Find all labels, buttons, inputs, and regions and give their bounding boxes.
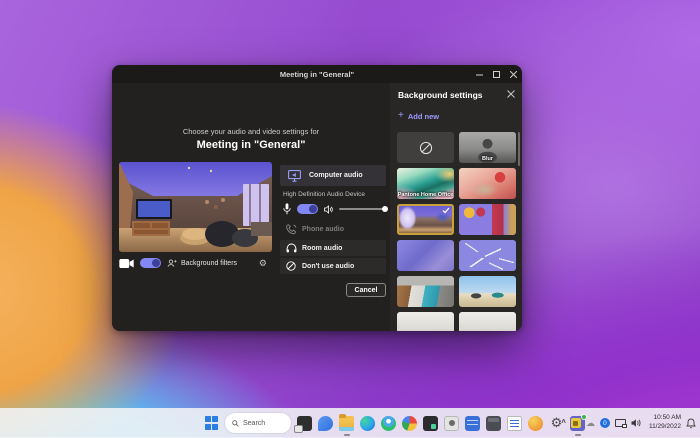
window-titlebar[interactable]: Meeting in "General" (112, 65, 522, 83)
computer-audio-icon (288, 170, 301, 182)
room-audio-icon (286, 243, 297, 253)
minimize-button[interactable] (471, 65, 488, 83)
panel-close-icon (507, 90, 515, 98)
none-icon (419, 141, 433, 155)
dont-use-audio-label: Don't use audio (302, 263, 354, 270)
search-placeholder: Search (243, 420, 265, 427)
background-thumbnail-purple-abstract[interactable] (397, 240, 454, 271)
background-thumbnail-sticky-notes[interactable] (459, 240, 516, 271)
onedrive-cloud-icon[interactable]: ☁ (586, 419, 595, 428)
camera-toggle[interactable] (140, 258, 161, 268)
tray-icon-blue-zero[interactable]: 0 (600, 418, 610, 428)
audio-device-name: High Definition Audio Device (283, 191, 365, 198)
volume-slider-knob[interactable] (382, 206, 388, 212)
orange-app-button[interactable] (528, 416, 543, 431)
prejoin-subtitle: Choose your audio and video settings for (112, 127, 390, 136)
video-preview (119, 162, 272, 252)
dont-use-audio-option[interactable]: Don't use audio (280, 258, 386, 274)
room-audio-label: Room audio (302, 245, 342, 252)
cancel-button[interactable]: Cancel (346, 283, 386, 297)
device-settings-gear-icon[interactable]: ⚙ (259, 259, 267, 268)
chat-button[interactable] (318, 416, 333, 431)
active-indicator (344, 434, 350, 436)
teams-meeting-window: Meeting in "General" Choose your audio a… (112, 65, 522, 331)
terminal-app-button[interactable] (423, 416, 438, 431)
panel-close-button[interactable] (507, 90, 515, 98)
background-thumbnail-pantone-home-office[interactable]: Pantone Home Office (397, 168, 454, 199)
background-thumbnail-grid: Blur Pantone Home Office (397, 132, 516, 331)
background-thumbnail-blur[interactable]: Blur (459, 132, 516, 163)
taskbar-search-input[interactable]: Search (225, 413, 291, 433)
microphone-toggle[interactable] (297, 204, 318, 214)
tray-icon-yellow[interactable] (571, 418, 581, 428)
background-thumbnail-red-purple-room[interactable] (459, 204, 516, 235)
speaker-icon (324, 205, 333, 214)
volume-icon[interactable] (631, 418, 641, 428)
background-thumbnail-purple-living-room[interactable] (397, 204, 454, 235)
background-thumbnail-none[interactable] (397, 132, 454, 163)
panel-scrollbar[interactable] (518, 132, 520, 166)
maximize-icon (493, 71, 500, 78)
document-app-button[interactable] (507, 416, 522, 431)
taskbar-clock[interactable]: 10:50 AM 11/29/2022 (649, 414, 681, 432)
start-button[interactable] (204, 416, 219, 431)
volume-slider[interactable] (339, 208, 386, 210)
browser-icon-2[interactable] (402, 416, 417, 431)
windows-logo-icon (205, 416, 219, 430)
background-filters-icon (167, 259, 177, 267)
task-view-button[interactable] (297, 416, 312, 431)
search-icon (232, 420, 239, 427)
room-audio-option[interactable]: Room audio (280, 240, 386, 256)
prejoin-main-area: Choose your audio and video settings for… (112, 83, 390, 331)
edge-browser-button[interactable] (360, 416, 375, 431)
background-thumbnail-light-interior-1[interactable] (397, 312, 454, 331)
background-settings-title: Background settings (398, 90, 483, 100)
clock-date: 11/29/2022 (649, 423, 681, 432)
close-icon (510, 71, 517, 78)
background-settings-panel: Background settings + Add new Blur (390, 83, 522, 331)
network-display-icon[interactable] (615, 419, 626, 427)
camera-app-button[interactable] (444, 416, 459, 431)
background-filters-label[interactable]: Background filters (181, 260, 237, 267)
selected-check-icon (442, 207, 450, 214)
meeting-title: Meeting in "General" (112, 139, 390, 151)
maximize-button[interactable] (488, 65, 505, 83)
window-title: Meeting in "General" (112, 70, 522, 79)
phone-audio-option[interactable]: Phone audio (280, 222, 386, 237)
notes-app-button[interactable] (465, 416, 480, 431)
computer-audio-option[interactable]: Computer audio (280, 165, 386, 186)
phone-audio-icon (286, 224, 297, 235)
windows-taskbar: Search ⚙ T ^ ☁ 0 10:50 AM 11/29/2022 (0, 408, 700, 438)
file-explorer-button[interactable] (339, 416, 354, 431)
microphone-icon (283, 203, 291, 215)
minimize-icon (476, 71, 483, 78)
plus-icon: + (398, 111, 404, 121)
background-thumbnail-loft-interior[interactable] (397, 276, 454, 307)
camera-icon (119, 259, 134, 268)
no-audio-icon (286, 261, 296, 271)
browser-icon-1[interactable] (381, 416, 396, 431)
background-thumbnail-pink-scene[interactable] (459, 168, 516, 199)
tray-overflow-chevron[interactable]: ^ (561, 419, 566, 427)
background-thumbnail-light-interior-2[interactable] (459, 312, 516, 331)
clock-time: 10:50 AM (649, 414, 681, 423)
notifications-bell-icon[interactable] (686, 418, 696, 429)
video-preview-room-scene (119, 162, 272, 252)
toolbox-app-button[interactable] (486, 416, 501, 431)
computer-audio-label: Computer audio (309, 172, 363, 179)
background-thumbnail-beach[interactable] (459, 276, 516, 307)
close-button[interactable] (505, 65, 522, 83)
add-new-background-button[interactable]: + Add new (398, 111, 439, 121)
phone-audio-label: Phone audio (302, 226, 344, 233)
